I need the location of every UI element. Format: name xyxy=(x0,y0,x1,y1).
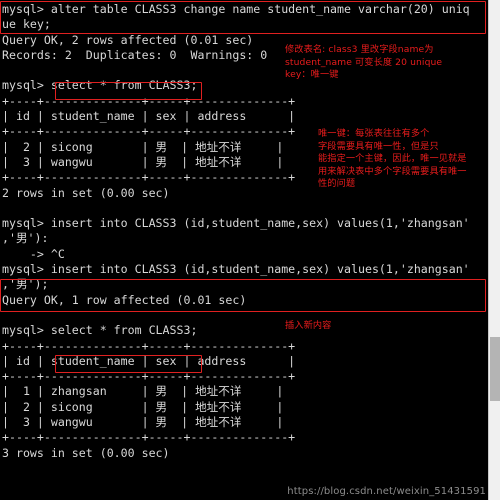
terminal-screenshot: mysql> alter table CLASS3 change name st… xyxy=(0,0,500,500)
scrollbar-thumb[interactable] xyxy=(490,337,500,401)
terminal-line: mysql> insert into CLASS3 (id,student_na… xyxy=(2,262,470,277)
terminal-line: | 2 | sicong | 男 | 地址不详 | xyxy=(2,399,284,414)
terminal-line: mysql> select * from CLASS3; xyxy=(2,323,198,338)
terminal-line: ,'男'): xyxy=(2,231,49,246)
terminal-line: | id | student_name | sex | address | xyxy=(2,109,296,124)
terminal-line: ue key; xyxy=(2,17,51,32)
terminal-line: -> ^C xyxy=(2,246,65,261)
terminal-line: | id | student_name | sex | address | xyxy=(2,353,296,368)
terminal-line: +----+--------------+-----+-------------… xyxy=(2,369,296,384)
annotation-alter-note: 修改表名: class3 里改字段name为 student_name 可变长度… xyxy=(285,44,443,81)
terminal-line: ,'男'); xyxy=(2,277,49,292)
terminal-line: | 3 | wangwu | 男 | 地址不详 | xyxy=(2,415,284,430)
terminal-line: +----+--------------+-----+-------------… xyxy=(2,93,296,108)
terminal-line: | 1 | zhangsan | 男 | 地址不详 | xyxy=(2,384,284,399)
terminal-line: 3 rows in set (0.00 sec) xyxy=(2,445,170,460)
annotation-insert-note: 插入新内容 xyxy=(285,320,332,331)
vertical-scrollbar[interactable] xyxy=(488,0,500,500)
watermark-url: https://blog.csdn.net/weixin_51431591 xyxy=(287,486,486,497)
terminal-line: Query OK, 1 row affected (0.01 sec) xyxy=(2,292,247,307)
annotation-unique-key-note: 唯一键：每张表往往有多个 字段需要具有唯一性，但是只 能指定一个主键，因此，唯一… xyxy=(318,128,467,190)
terminal-line: +----+--------------+-----+-------------… xyxy=(2,430,296,445)
terminal-line: +----+--------------+-----+-------------… xyxy=(2,338,296,353)
terminal-line: mysql> insert into CLASS3 (id,student_na… xyxy=(2,216,470,231)
terminal-line: mysql> alter table CLASS3 change name st… xyxy=(2,2,470,16)
